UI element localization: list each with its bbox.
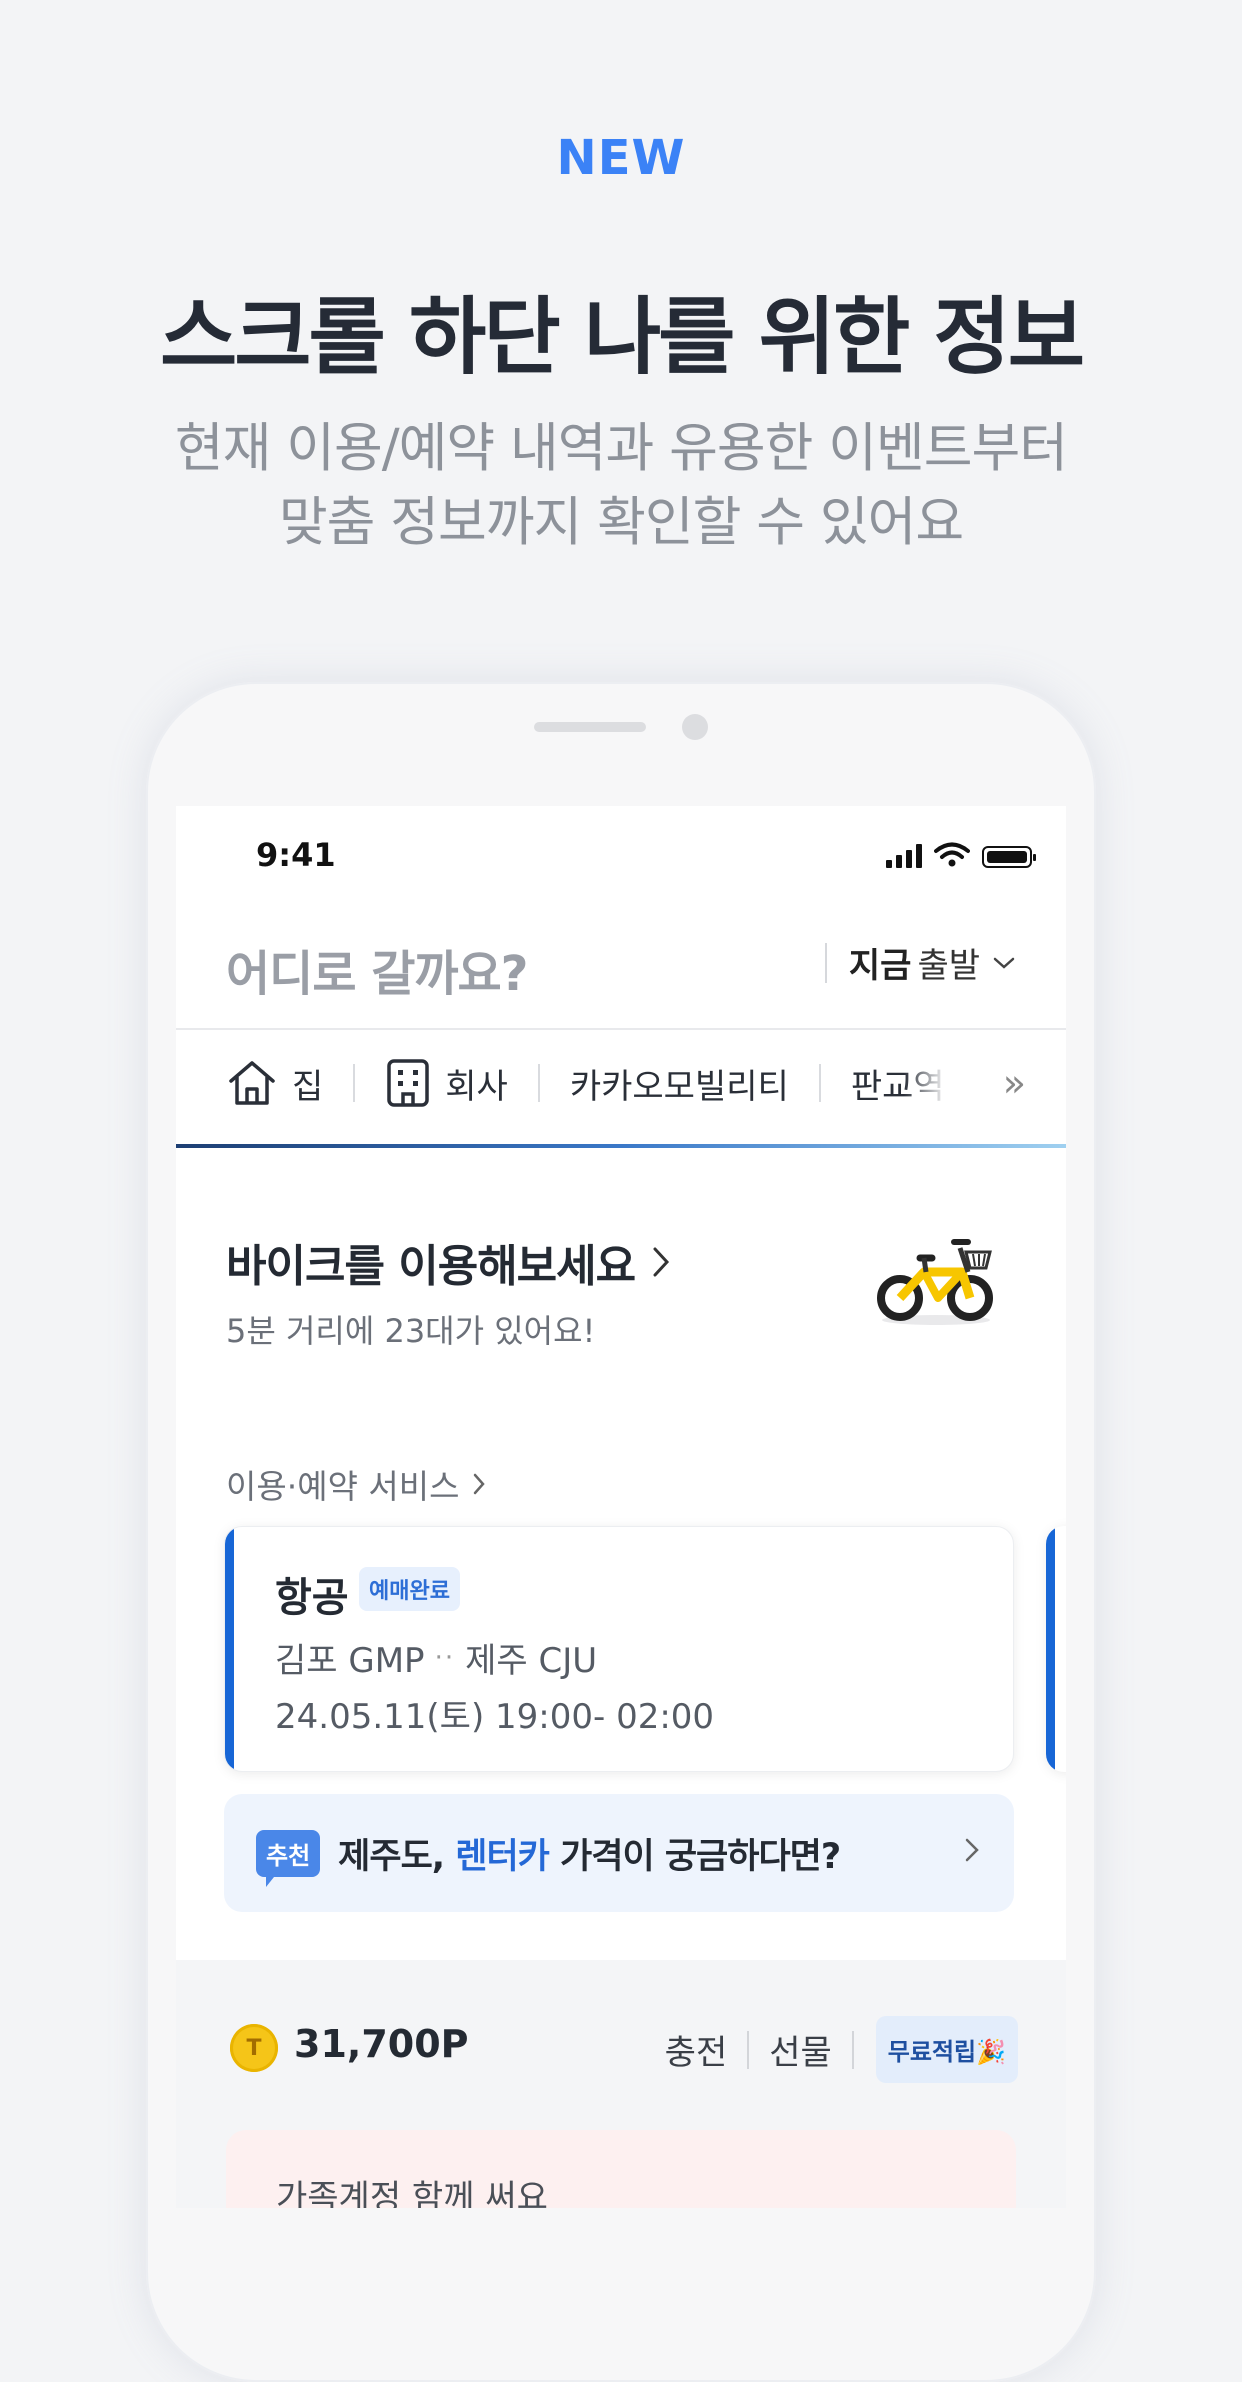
status-badge: 예매완료 [359,1567,460,1611]
phone-camera [682,714,708,740]
place-office-label: 회사 [445,1066,508,1107]
search-divider [176,1028,1066,1030]
card-accent-bar [1046,1526,1055,1772]
chevron-right-icon [653,1247,670,1277]
signal-icon [886,844,922,868]
chevron-right-icon [965,1838,979,1862]
flight-route: 김포 GMP ·· 제주 CJU [275,1633,597,1682]
phone-speaker [534,722,646,732]
point-balance[interactable]: 31,700P [294,2022,469,2066]
recommendation-banner[interactable]: 추천 제주도, 렌터카 가격이 궁금하다면? [224,1794,1014,1912]
bike-promo-title[interactable]: 바이크를 이용해보세요 [226,1230,671,1294]
places-gradient-line [176,1144,1066,1148]
services-heading[interactable]: 이용·예약 서비스 [226,1460,486,1508]
hero-subtitle: 현재 이용/예약 내역과 유용한 이벤트부터 맞춤 정보까지 확인할 수 있어요 [0,412,1242,560]
card-title: 항공 [275,1575,349,1621]
card-accent-bar [225,1527,234,1771]
recommend-text: 제주도, 렌터카 가격이 궁금하다면? [338,1828,841,1879]
status-time: 9:41 [256,836,336,874]
place-separator [537,1064,540,1102]
hero-subtitle-line2: 맞춤 정보까지 확인할 수 있어요 [278,492,964,553]
recommend-badge: 추천 [256,1829,321,1887]
flight-reservation-card[interactable]: 항공 예매완료 김포 GMP ·· 제주 CJU 24.05.11(토) 19:… [224,1526,1014,1772]
free-points-button[interactable]: 무료적립🎉 [875,2016,1018,2083]
place-office[interactable]: 회사 [385,1058,508,1108]
point-action-separator [851,2030,854,2069]
place-pangyo-label: 판교역 [850,1066,945,1107]
place-separator [818,1064,821,1102]
home-icon [229,1061,275,1105]
flight-time: 24.05.11(토) 19:00- 02:00 [275,1697,715,1737]
point-action-separator [747,2030,750,2069]
depart-now-label: 지금 [848,946,912,986]
point-coin-icon: T [230,2024,278,2072]
more-places-icon[interactable]: » [1003,1061,1026,1105]
bike-promo-subtitle: 5분 거리에 23대가 있어요! [226,1312,596,1350]
bike-icon [877,1239,993,1325]
bike-promo-title-text: 바이크를 이용해보세요 [226,1241,636,1292]
point-actions: 충전 선물 무료적립🎉 [665,2016,1018,2083]
recommend-text-after: 가격이 궁금하다면? [548,1836,841,1877]
chevron-down-icon [993,957,1015,969]
charge-button[interactable]: 충전 [665,2025,728,2074]
recommend-text-before: 제주도, [338,1836,456,1877]
place-pangyo[interactable]: 판교역 [851,1059,947,1108]
recommend-highlight: 렌터카 [455,1836,550,1877]
battery-icon [982,846,1036,868]
search-placeholder[interactable]: 어디로 갈까요? [226,934,529,1004]
route-origin: 김포 GMP [275,1641,425,1681]
phone-screen: 9:41 어디로 갈까요? 지금 출발 집 회사 카카오모빌리티 판교역 » 바… [176,806,1066,2208]
route-dots: ·· [434,1642,456,1673]
hero-title: 스크롤 하단 나를 위한 정보 [159,288,1085,386]
hero-badge: NEW [556,130,686,186]
next-reservation-card[interactable] [1046,1526,1066,1772]
favorite-places: 집 회사 카카오모빌리티 판교역 » [226,1058,1026,1108]
services-heading-text: 이용·예약 서비스 [226,1467,460,1506]
place-kakaomobility[interactable]: 카카오모빌리티 [570,1059,789,1108]
building-icon [387,1059,430,1107]
gift-button[interactable]: 선물 [769,2025,832,2074]
status-icons [886,842,1036,868]
depart-label: 출발 [917,946,980,986]
family-account-card[interactable]: 가족계정 함께 써요 [226,2130,1016,2208]
depart-time-selector[interactable]: 지금 출발 [824,938,1016,987]
place-kakaomobility-label: 카카오모빌리티 [569,1066,789,1107]
route-destination: 제주 CJU [465,1641,598,1681]
hero-subtitle-line1: 현재 이용/예약 내역과 유용한 이벤트부터 [174,418,1068,479]
chevron-right-icon [473,1473,485,1495]
place-home[interactable]: 집 [226,1059,323,1108]
place-separator [353,1064,356,1102]
wifi-icon [934,842,970,867]
family-account-text: 가족계정 함께 써요 [276,2178,548,2208]
depart-divider [824,942,827,983]
place-home-label: 집 [292,1066,324,1107]
